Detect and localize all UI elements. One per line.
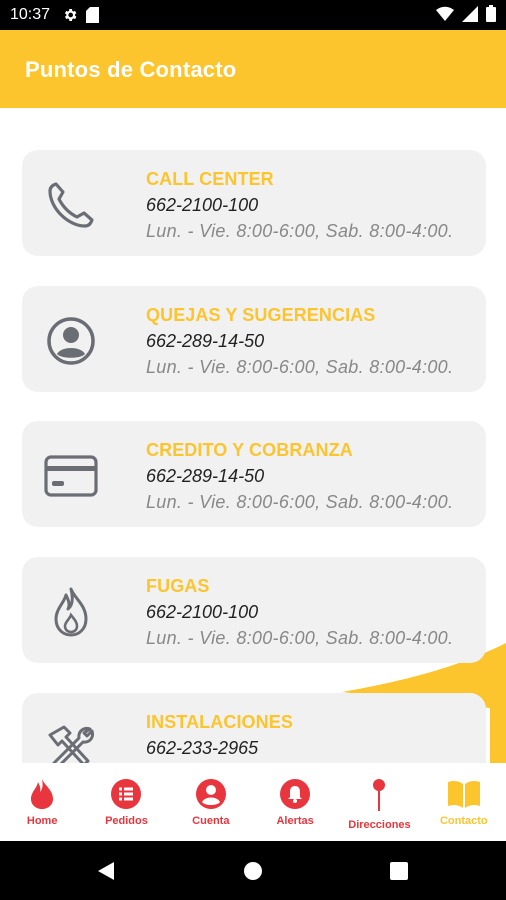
- contact-card-call-center[interactable]: CALL CENTER 662-2100-100 Lun. - Vie. 8:0…: [22, 150, 486, 256]
- nav-home[interactable]: Home: [0, 763, 84, 841]
- contact-phone[interactable]: 662-289-14-50: [146, 328, 453, 354]
- contact-hours: Lun. - Vie. 8:00-6:00, Sab. 8:00-4:00.: [146, 221, 454, 241]
- account-icon: [195, 779, 226, 809]
- nav-pedidos[interactable]: Pedidos: [84, 763, 168, 841]
- recents-icon[interactable]: [390, 862, 408, 880]
- gear-icon: [64, 9, 77, 21]
- contact-phone[interactable]: 662-289-14-50: [146, 463, 453, 489]
- page-title: Puntos de Contacto: [25, 57, 237, 82]
- nav-label: Contacto: [439, 815, 488, 827]
- bottom-nav: Home Pedidos Cuenta Alertas Direcciones …: [0, 763, 506, 841]
- contact-title: CREDITO Y COBRANZA: [146, 440, 353, 460]
- nav-label: Pedidos: [105, 815, 148, 827]
- bell-icon: [280, 779, 311, 809]
- contact-phone[interactable]: 662-2100-100: [146, 599, 453, 625]
- contact-title: INSTALACIONES: [146, 712, 293, 732]
- contact-card-instalaciones[interactable]: INSTALACIONES 662-233-2965: [22, 693, 486, 763]
- flame-icon: [54, 587, 88, 637]
- sd-card-icon: [86, 7, 100, 23]
- nav-cuenta[interactable]: Cuenta: [169, 763, 253, 841]
- account-circle-icon: [47, 317, 95, 365]
- contact-card-credito[interactable]: CREDITO Y COBRANZA 662-289-14-50 Lun. - …: [22, 421, 486, 527]
- credit-card-icon: [44, 455, 98, 497]
- phone-icon: [48, 182, 94, 228]
- nav-contacto[interactable]: Contacto: [422, 763, 506, 841]
- nav-alertas[interactable]: Alertas: [253, 763, 337, 841]
- book-icon: [447, 780, 480, 808]
- contact-list[interactable]: CALL CENTER 662-2100-100 Lun. - Vie. 8:0…: [0, 108, 506, 763]
- contact-phone[interactable]: 662-233-2965: [146, 735, 293, 761]
- fire-icon: [31, 779, 54, 809]
- nav-label: Cuenta: [192, 815, 230, 827]
- app-bar: Puntos de Contacto: [0, 30, 506, 108]
- status-bar: 10:37: [0, 0, 506, 30]
- contact-hours: Lun. - Vie. 8:00-6:00, Sab. 8:00-4:00.: [146, 357, 454, 377]
- contact-card-fugas[interactable]: FUGAS 662-2100-100 Lun. - Vie. 8:00-6:00…: [22, 557, 486, 663]
- status-time: 10:37: [10, 6, 51, 23]
- contact-card-quejas[interactable]: QUEJAS Y SUGERENCIAS 662-289-14-50 Lun. …: [22, 286, 486, 392]
- home-icon[interactable]: [243, 861, 263, 881]
- contact-hours: Lun. - Vie. 8:00-6:00, Sab. 8:00-4:00.: [146, 492, 454, 512]
- android-nav-bar: [0, 841, 506, 900]
- contact-title: FUGAS: [146, 576, 210, 596]
- contact-phone[interactable]: 662-2100-100: [146, 192, 453, 218]
- nav-label: Alertas: [276, 815, 314, 827]
- contact-title: QUEJAS Y SUGERENCIAS: [146, 305, 376, 325]
- pin-icon: [373, 779, 386, 811]
- battery-icon: [486, 5, 496, 22]
- contact-title: CALL CENTER: [146, 169, 274, 189]
- contact-hours: Lun. - Vie. 8:00-6:00, Sab. 8:00-4:00.: [146, 628, 454, 648]
- tools-icon: [48, 725, 94, 763]
- wifi-icon: [436, 6, 454, 21]
- list-icon: [111, 779, 142, 809]
- nav-label: Direcciones: [348, 819, 411, 831]
- nav-direcciones[interactable]: Direcciones: [337, 763, 421, 841]
- nav-label: Home: [26, 815, 58, 827]
- signal-icon: [462, 5, 478, 22]
- back-icon[interactable]: [96, 861, 116, 881]
